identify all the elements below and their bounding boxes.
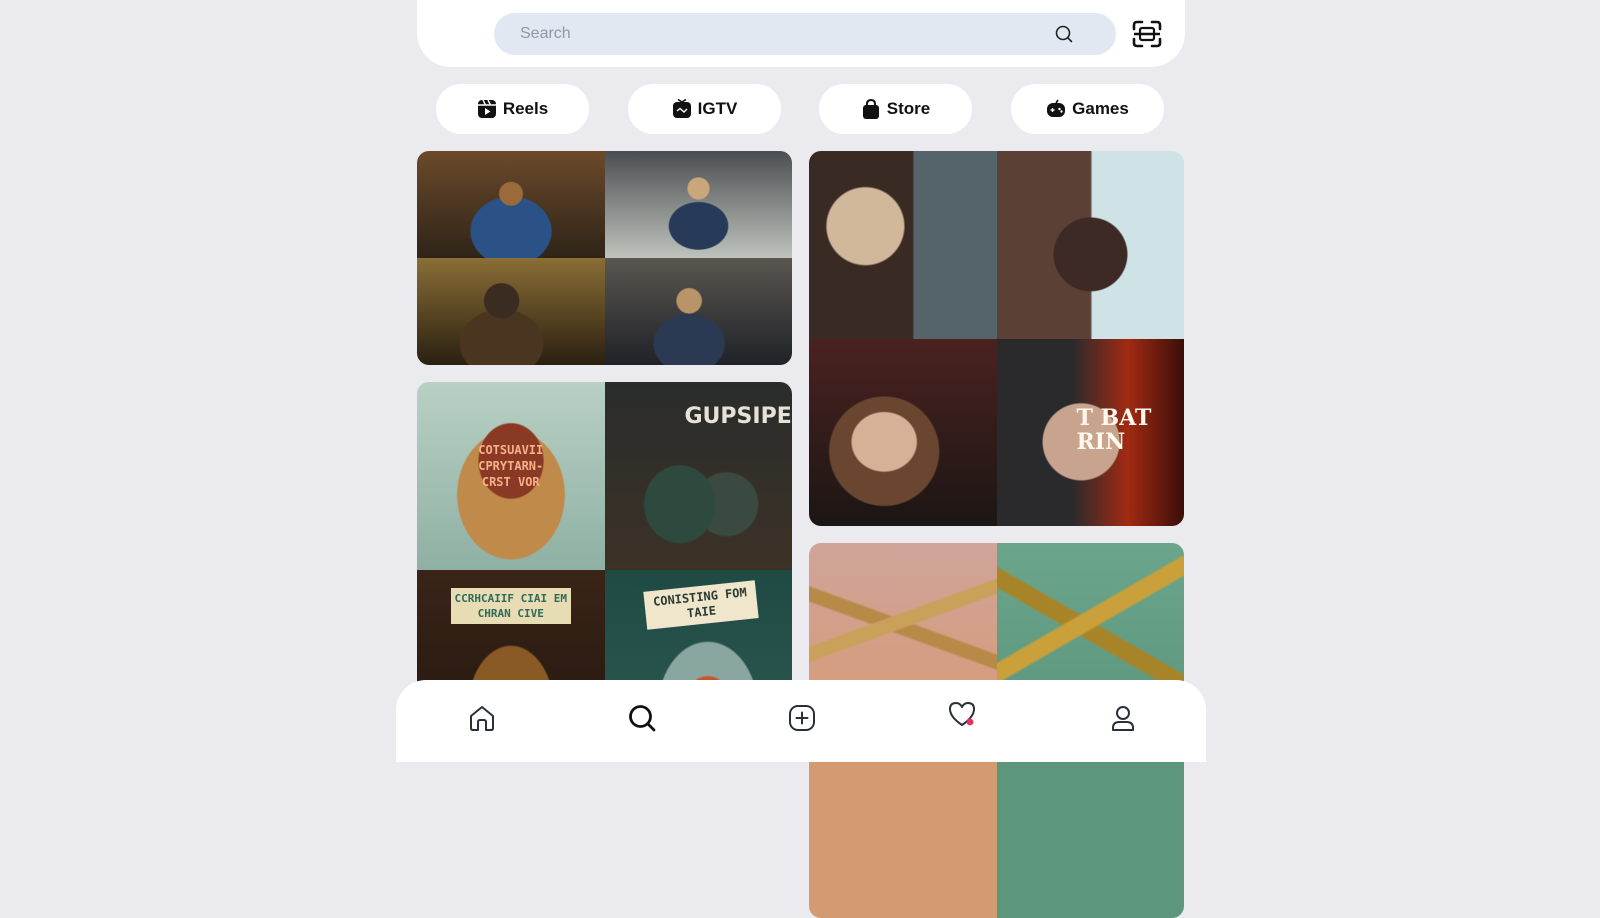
post-image-quadrant — [809, 151, 997, 339]
scan-icon[interactable] — [1132, 20, 1162, 48]
post-image-caption: T BAT RIN — [1077, 406, 1177, 454]
igtv-label: IGTV — [698, 99, 738, 119]
tv-icon — [672, 99, 692, 119]
explore-post-gnome-warriors[interactable] — [417, 151, 792, 365]
post-image-caption: COTSUAVII CPRYTARN- CRST VOR — [467, 442, 555, 490]
search-bar[interactable] — [494, 13, 1116, 55]
heart-icon — [947, 699, 977, 729]
add-post-icon — [787, 703, 817, 733]
games-label: Games — [1072, 99, 1129, 119]
nav-activity[interactable] — [942, 694, 982, 734]
igtv-button[interactable]: IGTV — [628, 84, 781, 134]
search-icon[interactable] — [1054, 24, 1074, 44]
post-image-caption: CONISTING FOM TAIE — [643, 580, 758, 629]
home-icon — [467, 703, 497, 733]
games-button[interactable]: Games — [1011, 84, 1164, 134]
post-image-quadrant: T BAT RIN — [997, 339, 1185, 527]
post-image-quadrant — [417, 151, 605, 258]
post-image-quadrant — [417, 258, 605, 365]
nav-add-post[interactable] — [782, 698, 822, 738]
nav-home[interactable] — [462, 698, 502, 738]
explore-post-skull-art[interactable]: T BAT RIN — [809, 151, 1184, 526]
nav-search[interactable] — [622, 698, 662, 738]
post-image-quadrant: COTSUAVII CPRYTARN- CRST VOR — [417, 382, 605, 570]
reels-icon — [477, 99, 497, 119]
explore-screen: Reels IGTV Store Games — [417, 0, 1185, 762]
post-image-caption: CCRHCAIIF CIAI EM CHRAN CIVE — [451, 588, 571, 624]
search-icon — [627, 703, 657, 733]
header — [417, 0, 1185, 67]
profile-icon — [1108, 703, 1138, 733]
bottom-navigation — [396, 680, 1206, 762]
store-label: Store — [887, 99, 930, 119]
post-image-quadrant — [605, 258, 793, 365]
reels-label: Reels — [503, 99, 548, 119]
shopping-bag-icon — [861, 99, 881, 119]
gamepad-icon — [1046, 99, 1066, 119]
store-button[interactable]: Store — [819, 84, 972, 134]
post-image-quadrant — [997, 151, 1185, 339]
notification-dot — [967, 719, 974, 726]
reels-button[interactable]: Reels — [436, 84, 589, 134]
post-image-quadrant — [605, 151, 793, 258]
nav-profile[interactable] — [1103, 698, 1143, 738]
post-image-quadrant — [809, 339, 997, 527]
search-input[interactable] — [494, 13, 1040, 55]
post-image-caption: GUPSIPE — [685, 408, 789, 426]
post-image-quadrant: GUPSIPE — [605, 382, 793, 570]
